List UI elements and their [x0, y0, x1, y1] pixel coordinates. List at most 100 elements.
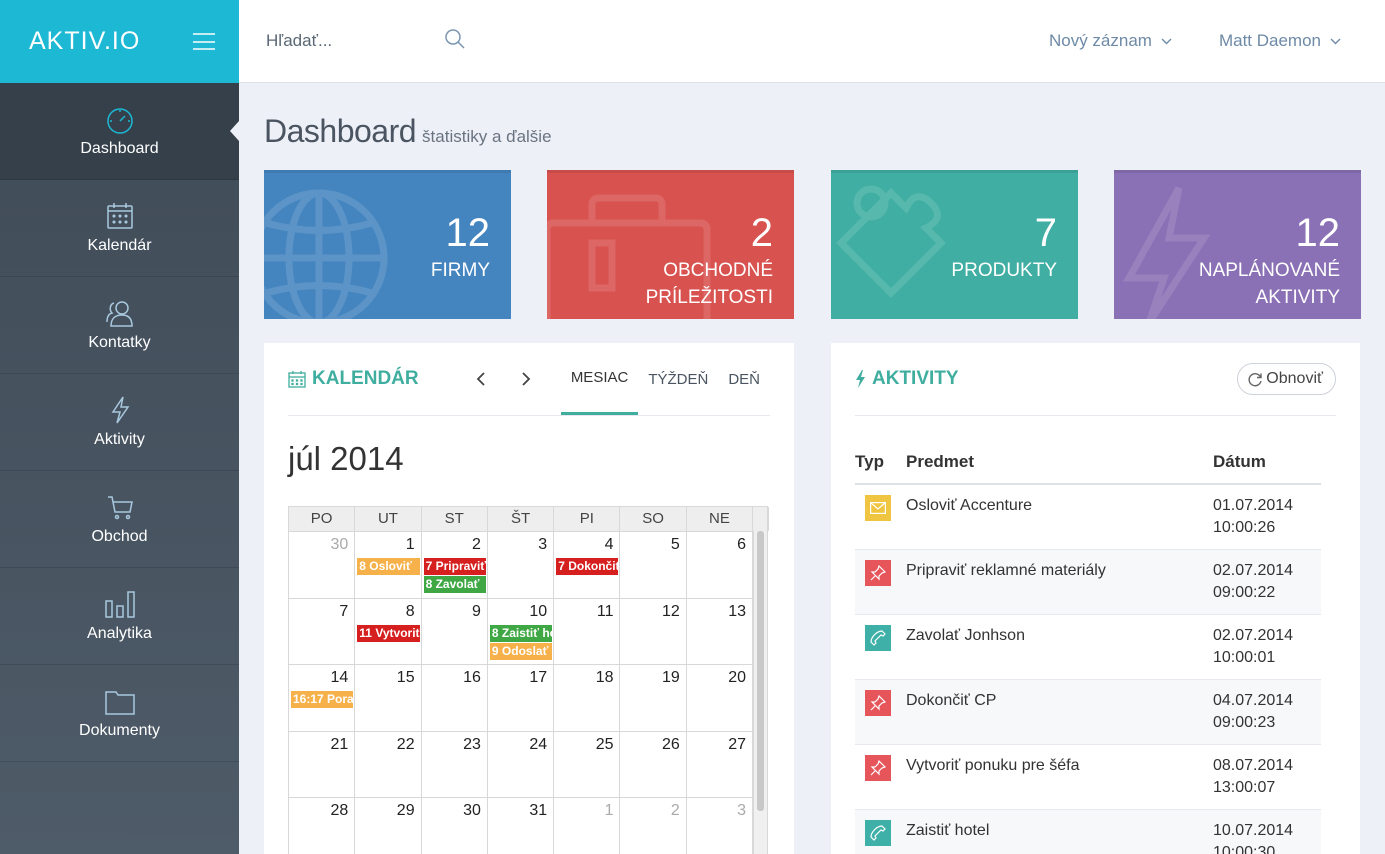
calendar-day-cell[interactable]: 27 [687, 731, 754, 797]
sidebar-item-analytics[interactable]: Analytika [0, 568, 239, 665]
calendar-day-cell[interactable]: 4 7 Dokončiť [554, 532, 621, 598]
calendar-day-cell[interactable]: 13 [687, 598, 754, 664]
column-header-type[interactable]: Typ [855, 441, 906, 485]
calendar-event[interactable]: 8 Zaistiť hotel [489, 624, 553, 642]
calendar-panel-title: KALENDÁR [288, 368, 419, 390]
calendar-day-cell[interactable]: 1 8 Osloviť [355, 532, 422, 598]
sidebar-item-activities[interactable]: Aktivity [0, 374, 239, 471]
calendar-day-cell[interactable]: 30 [422, 798, 488, 854]
calendar-day-cell[interactable]: 21 [289, 731, 356, 797]
search-icon[interactable] [444, 28, 466, 55]
weekday-label: ST [422, 507, 488, 531]
activity-subject[interactable]: Vytvoriť ponuku pre šéfa [906, 744, 1213, 810]
calendar-scrollbar[interactable] [753, 531, 767, 854]
table-row[interactable]: Zaistiť hotel 10.07.2014 10:00:30 [855, 809, 1321, 854]
activity-subject[interactable]: Dokončiť CP [906, 679, 1213, 745]
calendar-event[interactable]: 9 Odoslať [489, 642, 553, 660]
calendar-day-number: 4 [604, 536, 614, 553]
table-row[interactable]: Vytvoriť ponuku pre šéfa 08.07.2014 13:00:… [855, 744, 1321, 810]
activity-subject[interactable]: Zavolať Jonhson [906, 614, 1213, 680]
calendar-day-cell[interactable]: 22 [355, 731, 422, 797]
calendar-day-number: 24 [529, 735, 548, 753]
calendar-day-cell[interactable]: 10 8 Zaistiť hotel9 Odoslať [488, 598, 555, 664]
activity-subject[interactable]: Pripraviť reklamné materiály [906, 549, 1213, 615]
table-row[interactable]: Dokončiť CP 04.07.2014 09:00:23 [855, 679, 1321, 745]
tab-month[interactable]: MESIAC [560, 343, 639, 415]
calendar-day-cell[interactable]: 16 [422, 665, 488, 731]
calendar-day-cell[interactable]: 2 7 Pripraviť 8 Zavolať [422, 532, 488, 598]
calendar-day-cell[interactable]: 23 [422, 731, 488, 797]
calendar-day-number: 31 [529, 802, 548, 819]
calendar-day-cell[interactable]: 9 [422, 598, 488, 664]
calendar-day-cell[interactable]: 24 [488, 731, 555, 797]
calendar-day-cell[interactable]: 11 [554, 598, 621, 664]
activity-datetime: 01.07.2014 10:00:26 [1213, 484, 1321, 550]
calendar-day-number: 1 [604, 802, 614, 819]
calendar-event[interactable]: 7 Pripraviť [423, 558, 486, 575]
stat-tile-products[interactable]: 7 PRODUKTY [831, 170, 1078, 319]
calendar-day-cell[interactable]: 1 [554, 798, 621, 854]
next-month-button[interactable] [515, 372, 539, 386]
calendar-day-cell[interactable]: 20 [687, 665, 754, 731]
calendar-event[interactable]: 16:17 Porada [291, 691, 354, 708]
column-header-subject[interactable]: Predmet [906, 441, 1213, 485]
calendar-day-number: 1 [405, 536, 415, 553]
calendar-day-cell[interactable]: 26 [620, 731, 687, 797]
calendar-navigation: MESIAC TÝŽDEŇ DEŇ [469, 343, 770, 415]
tab-day[interactable]: DEŇ [718, 343, 770, 415]
calendar-event[interactable]: 11 Vytvoriť [357, 624, 420, 642]
calendar-day-cell[interactable]: 5 [620, 532, 687, 598]
calendar-day-number: 3 [737, 802, 747, 819]
stat-tile-firms[interactable]: 12 FIRMY [264, 170, 511, 319]
activity-subject[interactable]: Osloviť Accenture [906, 484, 1213, 550]
sidebar-item-contacts[interactable]: Kontatky [0, 277, 239, 374]
activity-date: 02.07.2014 [1213, 561, 1294, 579]
app-logo[interactable]: AKTIV.IO [29, 27, 140, 56]
calendar-day-cell[interactable]: 25 [554, 731, 621, 797]
calendar-day-cell[interactable]: 6 [687, 532, 754, 598]
calendar-day-cell[interactable]: 15 [355, 665, 422, 731]
calendar-day-cell[interactable]: 7 [289, 598, 356, 664]
sidebar-item-sales[interactable]: Obchod [0, 471, 239, 568]
activity-subject[interactable]: Zaistiť hotel [906, 809, 1213, 854]
table-row[interactable]: Zavolať Jonhson 02.07.2014 10:00:01 [855, 614, 1321, 680]
calendar-day-cell[interactable]: 17 [488, 665, 555, 731]
sidebar-item-dashboard[interactable]: Dashboard [0, 83, 239, 180]
prev-month-button[interactable] [469, 372, 493, 386]
calendar-day-cell[interactable]: 30 [289, 532, 356, 598]
calendar-day-cell[interactable]: 31 [488, 798, 555, 854]
table-row[interactable]: Pripraviť reklamné materiály 02.07.2014 09… [855, 549, 1321, 615]
calendar-day-cell[interactable]: 3 [687, 798, 754, 854]
calendar-day-cell[interactable]: 3 [488, 532, 555, 598]
calendar-day-cell[interactable]: 2 [620, 798, 687, 854]
calendar-week-row: 14 16:17 Porada 15 16 17 18 19 20 [289, 664, 754, 731]
column-header-date[interactable]: Dátum [1213, 441, 1321, 485]
calendar-day-number: 23 [463, 735, 481, 753]
activity-time: 10:00:26 [1213, 519, 1276, 536]
calendar-weekday-header: PO UT ST ŠT PI SO NE [289, 507, 770, 531]
calendar-day-cell[interactable]: 14 16:17 Porada [289, 665, 356, 731]
activities-panel-title: AKTIVITY [855, 368, 959, 390]
stat-tile-planned-activities[interactable]: 12 NAPLÁNOVANÉ AKTIVITY [1114, 170, 1361, 319]
sidebar-item-documents[interactable]: Dokumenty [0, 665, 239, 762]
calendar-event[interactable]: 7 Dokončiť [556, 558, 619, 575]
calendar-event[interactable]: 8 Osloviť [357, 558, 420, 575]
calendar-day-cell[interactable]: 12 [620, 598, 687, 664]
stat-tile-opportunities[interactable]: 2 OBCHODNÉ PRÍLEŽITOSTI [547, 170, 794, 319]
calendar-day-cell[interactable]: 19 [620, 665, 687, 731]
tab-week[interactable]: TÝŽDEŇ [638, 343, 718, 415]
pin-icon [865, 689, 891, 716]
refresh-button[interactable]: Obnoviť [1237, 363, 1336, 395]
table-row[interactable]: Osloviť Accenture 01.07.2014 10:00:26 [855, 484, 1321, 550]
calendar-day-cell[interactable]: 28 [289, 798, 356, 854]
scrollbar-thumb[interactable] [757, 531, 764, 811]
calendar-day-cell[interactable]: 8 11 Vytvoriť [355, 598, 422, 664]
calendar-day-cell[interactable]: 18 [554, 665, 621, 731]
hamburger-menu-icon[interactable] [193, 33, 215, 50]
calendar-day-cell[interactable]: 29 [355, 798, 422, 854]
search-input[interactable] [266, 31, 436, 51]
new-record-dropdown[interactable]: Nový záznam [1049, 31, 1172, 51]
calendar-event[interactable]: 8 Zavolať [423, 576, 486, 593]
sidebar-item-calendar[interactable]: Kalendár [0, 180, 239, 277]
user-menu-dropdown[interactable]: Matt Daemon [1219, 31, 1341, 51]
